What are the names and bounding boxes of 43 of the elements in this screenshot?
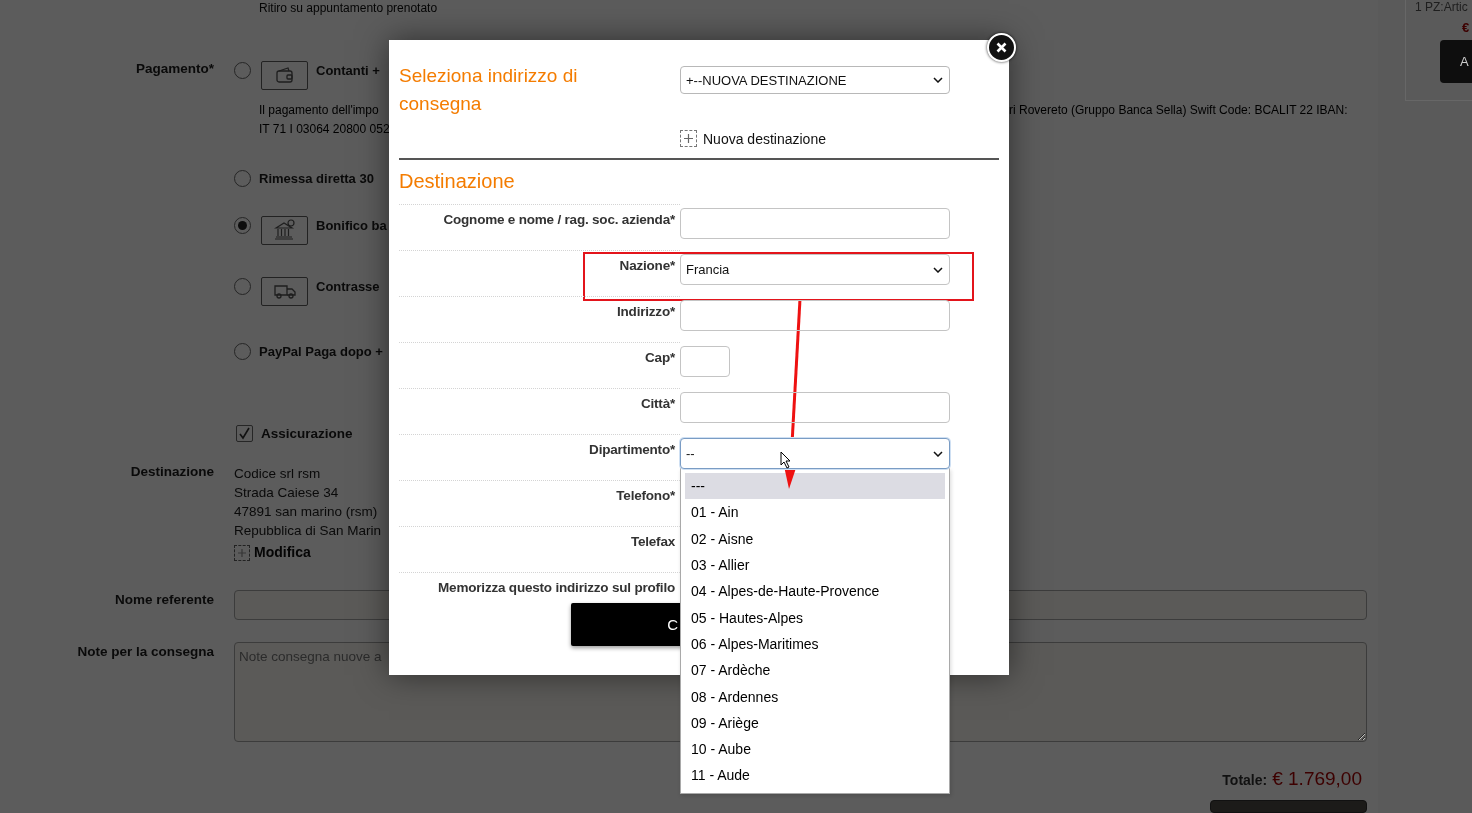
field-label: Indirizzo* — [617, 304, 675, 319]
cart-item-text: 1 PZ:Artic — [1415, 0, 1469, 14]
address-select[interactable]: +--NUOVA DESTINAZIONE — [680, 66, 950, 94]
address-line: Repubblica di San Marin — [234, 522, 382, 540]
dropdown-option[interactable]: 09 - Ariège — [685, 709, 945, 736]
field-label: Città* — [640, 396, 675, 411]
dropdown-option[interactable]: --- — [685, 473, 945, 500]
field-label: Telefono* — [616, 488, 675, 503]
section-title: Destinazione — [399, 170, 516, 193]
field-label: Memorizza questo indirizzo sul profilo — [438, 580, 675, 595]
cart-button[interactable]: A — [1440, 40, 1472, 83]
dropdown-option[interactable]: 10 - Aube — [685, 735, 945, 763]
field-label: Cognome e nome / rag. soc. azienda* — [443, 212, 675, 227]
total-amount: € 1.769,00 — [1272, 768, 1362, 790]
cart-price: € — [1462, 20, 1470, 35]
modal-title: Seleziona indirizzo di consegna — [399, 64, 579, 116]
field-label: Nome referente — [114, 592, 214, 607]
address-line: Strada Caiese 34 — [234, 484, 339, 502]
field-label: Pagamento* — [135, 61, 214, 76]
payment-details-text: ri Rovereto (Gruppo Banca Sella) Swift Code: BCALIT 22 IBAN: — [1009, 102, 1349, 119]
field-label: Dipartimento* — [589, 442, 675, 457]
field-label: Telefax — [630, 534, 675, 549]
dropdown-option[interactable]: 02 - Aisne — [685, 525, 945, 552]
dropdown-option[interactable]: 01 - Ain — [685, 499, 945, 526]
dropdown-option[interactable]: 04 - Alpes-de-Haute-Provence — [685, 578, 945, 605]
dropdown-option[interactable]: 11 - Aude — [685, 762, 945, 789]
select-field[interactable]: Francia — [680, 254, 950, 285]
new-destination-link[interactable]: Nuova destinazione — [703, 130, 826, 147]
address-line: 47891 san marino (rsm) — [234, 503, 378, 521]
field-label: Cap* — [645, 350, 675, 365]
dropdown-option[interactable]: 08 - Ardennes — [685, 683, 945, 710]
dropdown-option[interactable]: 03 - Allier — [685, 551, 945, 579]
total-label: Totale: — [1222, 772, 1268, 788]
address-line: Codice srl rsm — [234, 465, 321, 483]
payment-details-text: Il pagamento dell'impo — [259, 102, 380, 119]
dropdown-option[interactable]: 07 - Ardèche — [685, 657, 945, 684]
select-field[interactable]: -- — [680, 438, 950, 469]
delivery-note: Ritiro su appuntamento prenotato — [259, 2, 438, 15]
field-label: Note per la consegna — [77, 644, 214, 659]
field-label: Nazione* — [619, 258, 675, 273]
checkbox-label: Assicurazione — [261, 425, 353, 441]
field-label: Destinazione — [130, 464, 214, 479]
payment-details-text: IT 71 I 03064 20800 052 — [259, 121, 389, 138]
